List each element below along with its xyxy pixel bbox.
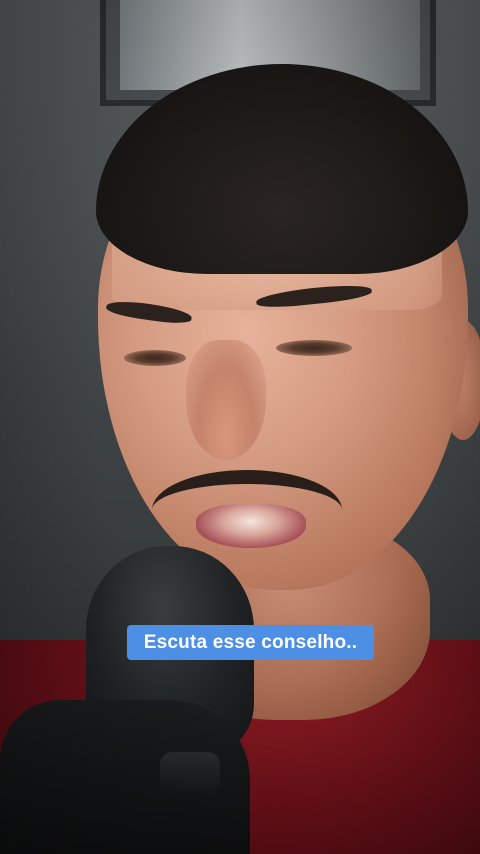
caption-sticker[interactable]: Escuta esse conselho.. [127, 625, 374, 660]
mouth [196, 504, 306, 548]
left-eye [124, 350, 186, 366]
caption-text: Escuta esse conselho.. [143, 631, 358, 653]
right-eye [276, 340, 352, 356]
microphone-mount [160, 752, 220, 796]
nose [186, 340, 266, 460]
story-video-frame[interactable]: Escuta esse conselho.. [0, 0, 480, 854]
